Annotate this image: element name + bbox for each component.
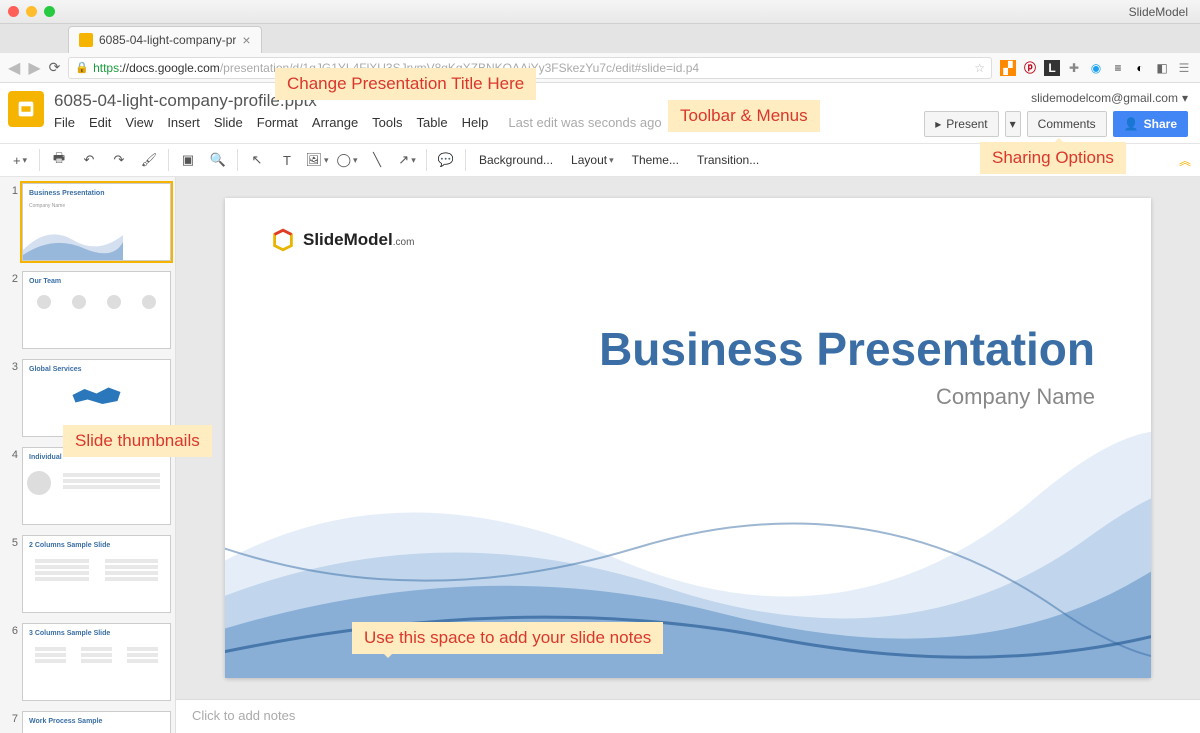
extension-icon[interactable]: ◉	[1088, 60, 1104, 76]
comments-button[interactable]: Comments	[1027, 111, 1107, 137]
brand-logo: SlideModel.com	[269, 226, 414, 254]
window-chrome: SlideModel	[0, 0, 1200, 24]
url-protocol: https	[93, 61, 119, 75]
thumbnail-row[interactable]: 1 Business Presentation Company Name	[4, 183, 171, 261]
extension-l-icon[interactable]: L	[1044, 60, 1060, 76]
thumbnail-row[interactable]: 5 2 Columns Sample Slide	[4, 535, 171, 613]
transition-button[interactable]: Transition...	[689, 147, 767, 173]
chevron-down-icon: ▾	[1182, 91, 1188, 105]
person-plus-icon: 👤	[1124, 117, 1139, 131]
menu-tools[interactable]: Tools	[372, 115, 402, 130]
select-tool[interactable]: ↖	[243, 147, 271, 173]
annotation-title: Change Presentation Title Here	[275, 68, 536, 100]
annotation-notes: Use this space to add your slide notes	[352, 622, 663, 654]
slides-favicon	[79, 33, 93, 47]
annotation-thumbnails: Slide thumbnails	[63, 425, 212, 457]
slide-thumbnail-4[interactable]: Individual	[22, 447, 171, 525]
pinterest-icon[interactable]: ⓟ	[1022, 60, 1038, 76]
minimize-window-button[interactable]	[26, 6, 37, 17]
browser-tab-bar: 6085-04-light-company-pr ×	[0, 24, 1200, 53]
slide-canvas[interactable]: SlideModel.com Business Presentation Com…	[225, 198, 1151, 678]
text-box-tool[interactable]: T	[273, 147, 301, 173]
menu-insert[interactable]: Insert	[167, 115, 200, 130]
lock-icon: 🔒	[75, 61, 89, 74]
menu-arrange[interactable]: Arrange	[312, 115, 358, 130]
slide-thumbnail-5[interactable]: 2 Columns Sample Slide	[22, 535, 171, 613]
print-button[interactable]: 🖶	[45, 147, 73, 173]
menu-slide[interactable]: Slide	[214, 115, 243, 130]
chrome-icon[interactable]: ◐	[1132, 60, 1148, 76]
last-edit-label: Last edit was seconds ago	[508, 115, 661, 130]
thumbnail-row[interactable]: 4 Individual	[4, 447, 171, 525]
canvas-area: SlideModel.com Business Presentation Com…	[176, 177, 1200, 733]
image-tool[interactable]: 🖼	[303, 147, 331, 173]
thumbnail-row[interactable]: 7 Work Process Sample	[4, 711, 171, 733]
undo-button[interactable]: ↶	[75, 147, 103, 173]
play-icon: ▸	[935, 117, 941, 131]
slide-title[interactable]: Business Presentation	[599, 322, 1095, 376]
google-slides-logo[interactable]	[8, 91, 44, 127]
menu-format[interactable]: Format	[257, 115, 298, 130]
layout-button[interactable]: Layout	[563, 147, 622, 173]
menu-view[interactable]: View	[125, 115, 153, 130]
forward-button[interactable]: ▶	[28, 58, 40, 78]
paint-format-button[interactable]: 🖌	[135, 147, 163, 173]
thumbnail-row[interactable]: 2 Our Team	[4, 271, 171, 349]
menu-help[interactable]: Help	[462, 115, 489, 130]
present-button[interactable]: ▸ Present	[924, 111, 998, 137]
close-tab-icon[interactable]: ×	[242, 32, 250, 48]
slide-thumbnail-2[interactable]: Our Team	[22, 271, 171, 349]
zoom-button[interactable]: 🔍	[204, 147, 232, 173]
extension-icon[interactable]: ◧	[1154, 60, 1170, 76]
present-dropdown[interactable]: ▾	[1005, 111, 1021, 137]
url-domain: ://docs.google.com	[119, 61, 220, 75]
redo-button[interactable]: ↷	[105, 147, 133, 173]
maximize-window-button[interactable]	[44, 6, 55, 17]
slidemodel-mark-icon	[269, 226, 297, 254]
extension-icons: ▞ ⓟ L ✚ ◉ ≡ ◐ ◧ ☰	[1000, 60, 1192, 76]
extension-icon[interactable]: ✚	[1066, 60, 1082, 76]
annotation-sharing: Sharing Options	[980, 142, 1126, 174]
speaker-notes-input[interactable]: Click to add notes	[176, 699, 1200, 733]
collapse-chevron-icon[interactable]: ︽	[1179, 152, 1188, 169]
window-label: SlideModel	[1125, 5, 1192, 19]
share-button[interactable]: 👤 Share	[1113, 111, 1188, 137]
back-button[interactable]: ◀	[8, 58, 20, 78]
shape-tool[interactable]: ◯	[333, 147, 361, 173]
tab-title: 6085-04-light-company-pr	[99, 33, 236, 47]
browser-url-bar: ◀ ▶ ⟳ 🔒 https://docs.google.com/presenta…	[0, 53, 1200, 83]
menu-icon[interactable]: ☰	[1176, 60, 1192, 76]
zoom-fit-button[interactable]: ▣	[174, 147, 202, 173]
arrow-tool[interactable]: ↗	[393, 147, 421, 173]
reload-button[interactable]: ⟳	[49, 59, 61, 76]
close-window-button[interactable]	[8, 6, 19, 17]
account-email[interactable]: slidemodelcom@gmail.com ▾	[924, 91, 1188, 105]
slide-thumbnail-7[interactable]: Work Process Sample	[22, 711, 171, 733]
theme-button[interactable]: Theme...	[624, 147, 687, 173]
menu-edit[interactable]: Edit	[89, 115, 111, 130]
extension-icon[interactable]: ▞	[1000, 60, 1016, 76]
line-tool[interactable]: ╲	[363, 147, 391, 173]
background-button[interactable]: Background...	[471, 147, 561, 173]
menu-file[interactable]: File	[54, 115, 75, 130]
new-slide-button[interactable]: +	[6, 147, 34, 173]
bookmark-star-icon[interactable]: ☆	[974, 61, 985, 75]
slide-thumbnail-6[interactable]: 3 Columns Sample Slide	[22, 623, 171, 701]
slides-header: 6085-04-light-company-profile.pptx File …	[0, 83, 1200, 137]
comment-tool[interactable]: 💬	[432, 147, 460, 173]
thumbnail-row[interactable]: 6 3 Columns Sample Slide	[4, 623, 171, 701]
browser-tab[interactable]: 6085-04-light-company-pr ×	[68, 26, 262, 53]
annotation-toolbar: Toolbar & Menus	[668, 100, 820, 132]
buffer-icon[interactable]: ≡	[1110, 60, 1126, 76]
menu-table[interactable]: Table	[417, 115, 448, 130]
slide-thumbnail-1[interactable]: Business Presentation Company Name	[22, 183, 171, 261]
